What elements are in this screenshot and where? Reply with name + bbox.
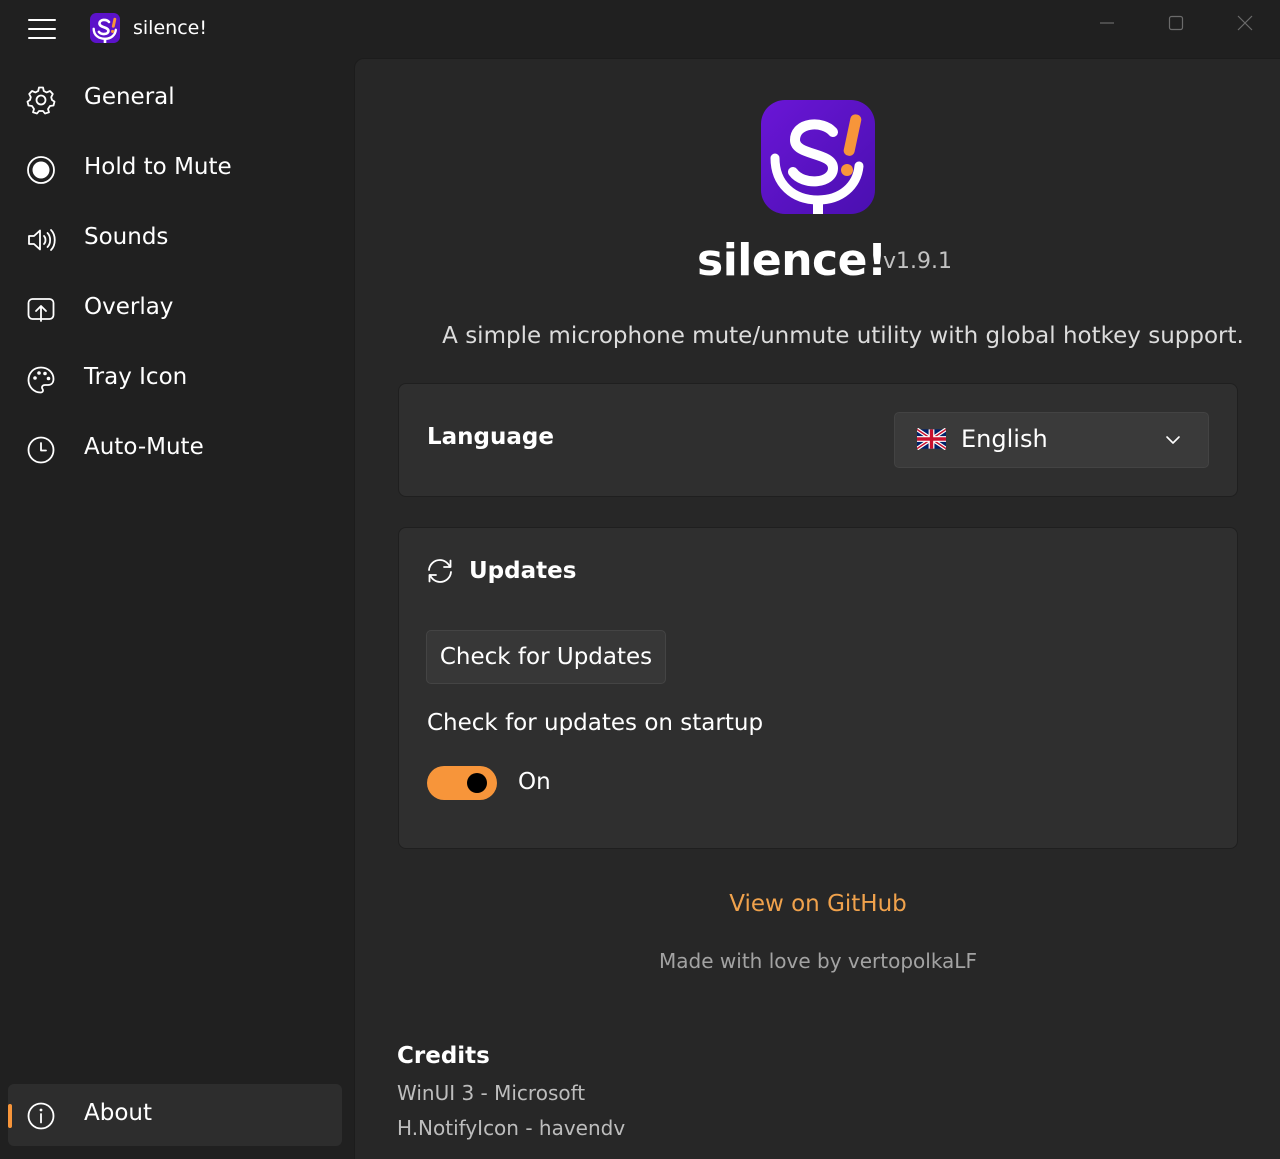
check-for-updates-button[interactable]: Check for Updates [426,630,666,684]
sidebar-item-overlay[interactable]: Overlay [8,278,342,340]
app-title: silence! [133,17,207,39]
app-name: silence! [697,235,887,286]
chevron-down-icon [1166,436,1180,444]
language-dropdown[interactable]: English [894,412,1209,468]
sidebar-item-hold-to-mute[interactable]: Hold to Mute [8,138,342,200]
clock-icon [27,436,55,464]
sidebar-item-label: Hold to Mute [84,154,232,180]
uk-flag-icon [917,428,946,450]
made-by-text: Made with love by vertopolkaLF [659,949,977,973]
language-card: Language English [398,383,1238,497]
credit-item: WinUI 3 - Microsoft [397,1081,586,1105]
toggle-knob [467,773,487,793]
credits-title: Credits [397,1043,490,1069]
github-link[interactable]: View on GitHub [355,891,1280,917]
sidebar-item-auto-mute[interactable]: Auto-Mute [8,418,342,480]
toggle-state-label: On [518,769,551,795]
sidebar-item-label: Auto-Mute [84,434,204,460]
record-icon [27,156,55,184]
sidebar-item-label: About [84,1100,153,1126]
startup-update-label: Check for updates on startup [427,710,764,736]
updates-title: Updates [469,558,577,584]
sidebar-item-label: General [84,84,175,110]
maximize-button[interactable] [1141,0,1210,46]
language-selected-value: English [961,425,1048,453]
sidebar: General Hold to Mute Sounds Overlay Tray… [0,58,354,1158]
minimize-button[interactable] [1072,0,1141,46]
app-description: A simple microphone mute/unmute utility … [442,323,1244,349]
maximize-icon [1168,15,1183,31]
info-icon [27,1102,55,1130]
sidebar-item-tray-icon[interactable]: Tray Icon [8,348,342,410]
credit-item: H.NotifyIcon - havendv [397,1116,626,1140]
about-page: silence! v1.9.1 A simple microphone mute… [354,58,1280,1159]
palette-icon [27,366,55,394]
selection-indicator [8,1104,12,1128]
hamburger-menu-icon[interactable] [26,15,58,43]
close-icon [1237,15,1252,31]
sidebar-item-label: Tray Icon [84,364,188,390]
sidebar-item-label: Sounds [84,224,169,250]
title-bar: silence! [0,0,1280,58]
startup-update-toggle[interactable] [427,766,497,800]
overlay-icon [27,298,55,322]
gear-icon [26,86,56,115]
sidebar-item-label: Overlay [84,294,174,320]
minimize-icon [1099,22,1114,24]
app-logo-icon [761,100,875,214]
sidebar-item-sounds[interactable]: Sounds [8,208,342,270]
refresh-icon [428,559,452,583]
close-button[interactable] [1210,0,1279,46]
sidebar-item-about[interactable]: About [8,1084,342,1146]
speaker-icon [28,229,56,251]
version-label: v1.9.1 [883,249,952,274]
language-label: Language [427,424,554,450]
sidebar-item-general[interactable]: General [8,68,342,130]
app-logo-icon [90,13,120,43]
updates-card: Updates Check for Updates Check for upda… [398,527,1238,849]
